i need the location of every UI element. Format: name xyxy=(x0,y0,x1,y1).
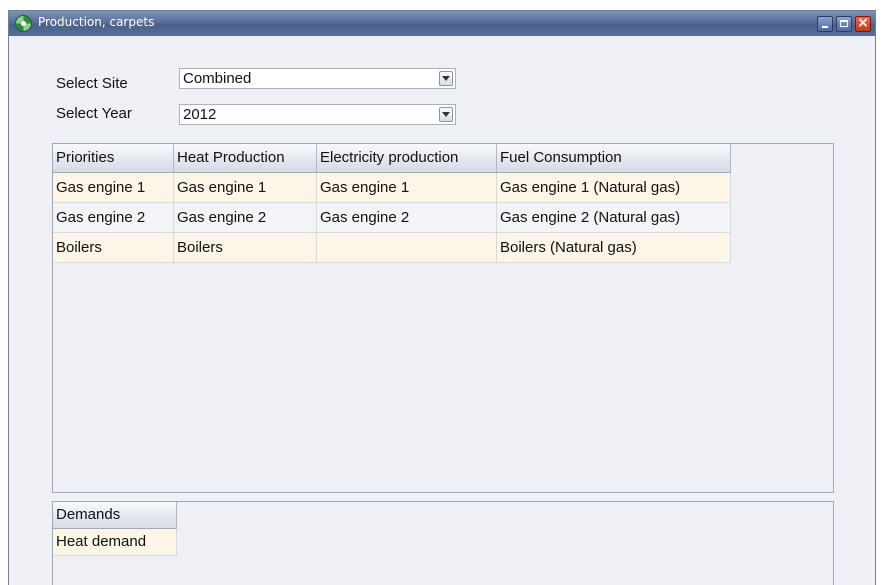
close-button[interactable]: × xyxy=(855,15,871,32)
close-icon: × xyxy=(857,15,869,31)
year-dropdown-button[interactable] xyxy=(439,107,453,122)
column-header-fuel-consumption[interactable]: Fuel Consumption xyxy=(497,144,731,173)
minimize-button[interactable] xyxy=(817,16,833,32)
column-header-priorities[interactable]: Priorities xyxy=(53,144,174,173)
table-cell[interactable]: Gas engine 1 xyxy=(53,173,174,203)
column-header-electricity-production[interactable]: Electricity production xyxy=(317,144,497,173)
table-cell[interactable]: Gas engine 2 xyxy=(317,203,497,233)
site-select-value: Combined xyxy=(183,70,252,87)
chevron-down-icon xyxy=(442,112,450,117)
window-title: Production, carpets xyxy=(38,15,155,29)
table-cell[interactable]: Boilers (Natural gas) xyxy=(497,233,731,263)
table-cell[interactable]: Boilers xyxy=(174,233,317,263)
table-cell[interactable]: Gas engine 2 (Natural gas) xyxy=(497,203,731,233)
table-cell[interactable] xyxy=(317,233,497,263)
year-select[interactable]: 2012 xyxy=(179,104,456,125)
column-header-heat-production[interactable]: Heat Production xyxy=(174,144,317,173)
table-cell[interactable]: Gas engine 2 xyxy=(174,203,317,233)
maximize-button[interactable] xyxy=(836,16,852,32)
site-select[interactable]: Combined xyxy=(179,68,456,89)
minimize-icon xyxy=(822,26,828,28)
table-cell[interactable]: Gas engine 2 xyxy=(53,203,174,233)
priorities-grid[interactable]: Priorities Heat Production Electricity p… xyxy=(52,143,834,493)
table-cell[interactable]: Gas engine 1 (Natural gas) xyxy=(497,173,731,203)
table-cell[interactable]: Heat demand xyxy=(53,529,177,556)
title-bar[interactable]: Production, carpets × xyxy=(9,11,875,36)
chevron-down-icon xyxy=(442,76,450,81)
select-site-label: Select Site xyxy=(56,75,128,92)
maximize-icon xyxy=(840,20,848,27)
app-icon[interactable] xyxy=(16,16,31,31)
production-window: Production, carpets × Select Site Combin… xyxy=(8,10,876,585)
select-year-label: Select Year xyxy=(56,105,132,122)
year-select-value: 2012 xyxy=(183,106,217,123)
table-cell[interactable]: Boilers xyxy=(53,233,174,263)
demands-grid[interactable]: Demands Heat demand xyxy=(52,501,834,585)
table-cell[interactable]: Gas engine 1 xyxy=(317,173,497,203)
site-dropdown-button[interactable] xyxy=(439,71,453,86)
column-header-demands[interactable]: Demands xyxy=(53,502,177,529)
table-cell[interactable]: Gas engine 1 xyxy=(174,173,317,203)
